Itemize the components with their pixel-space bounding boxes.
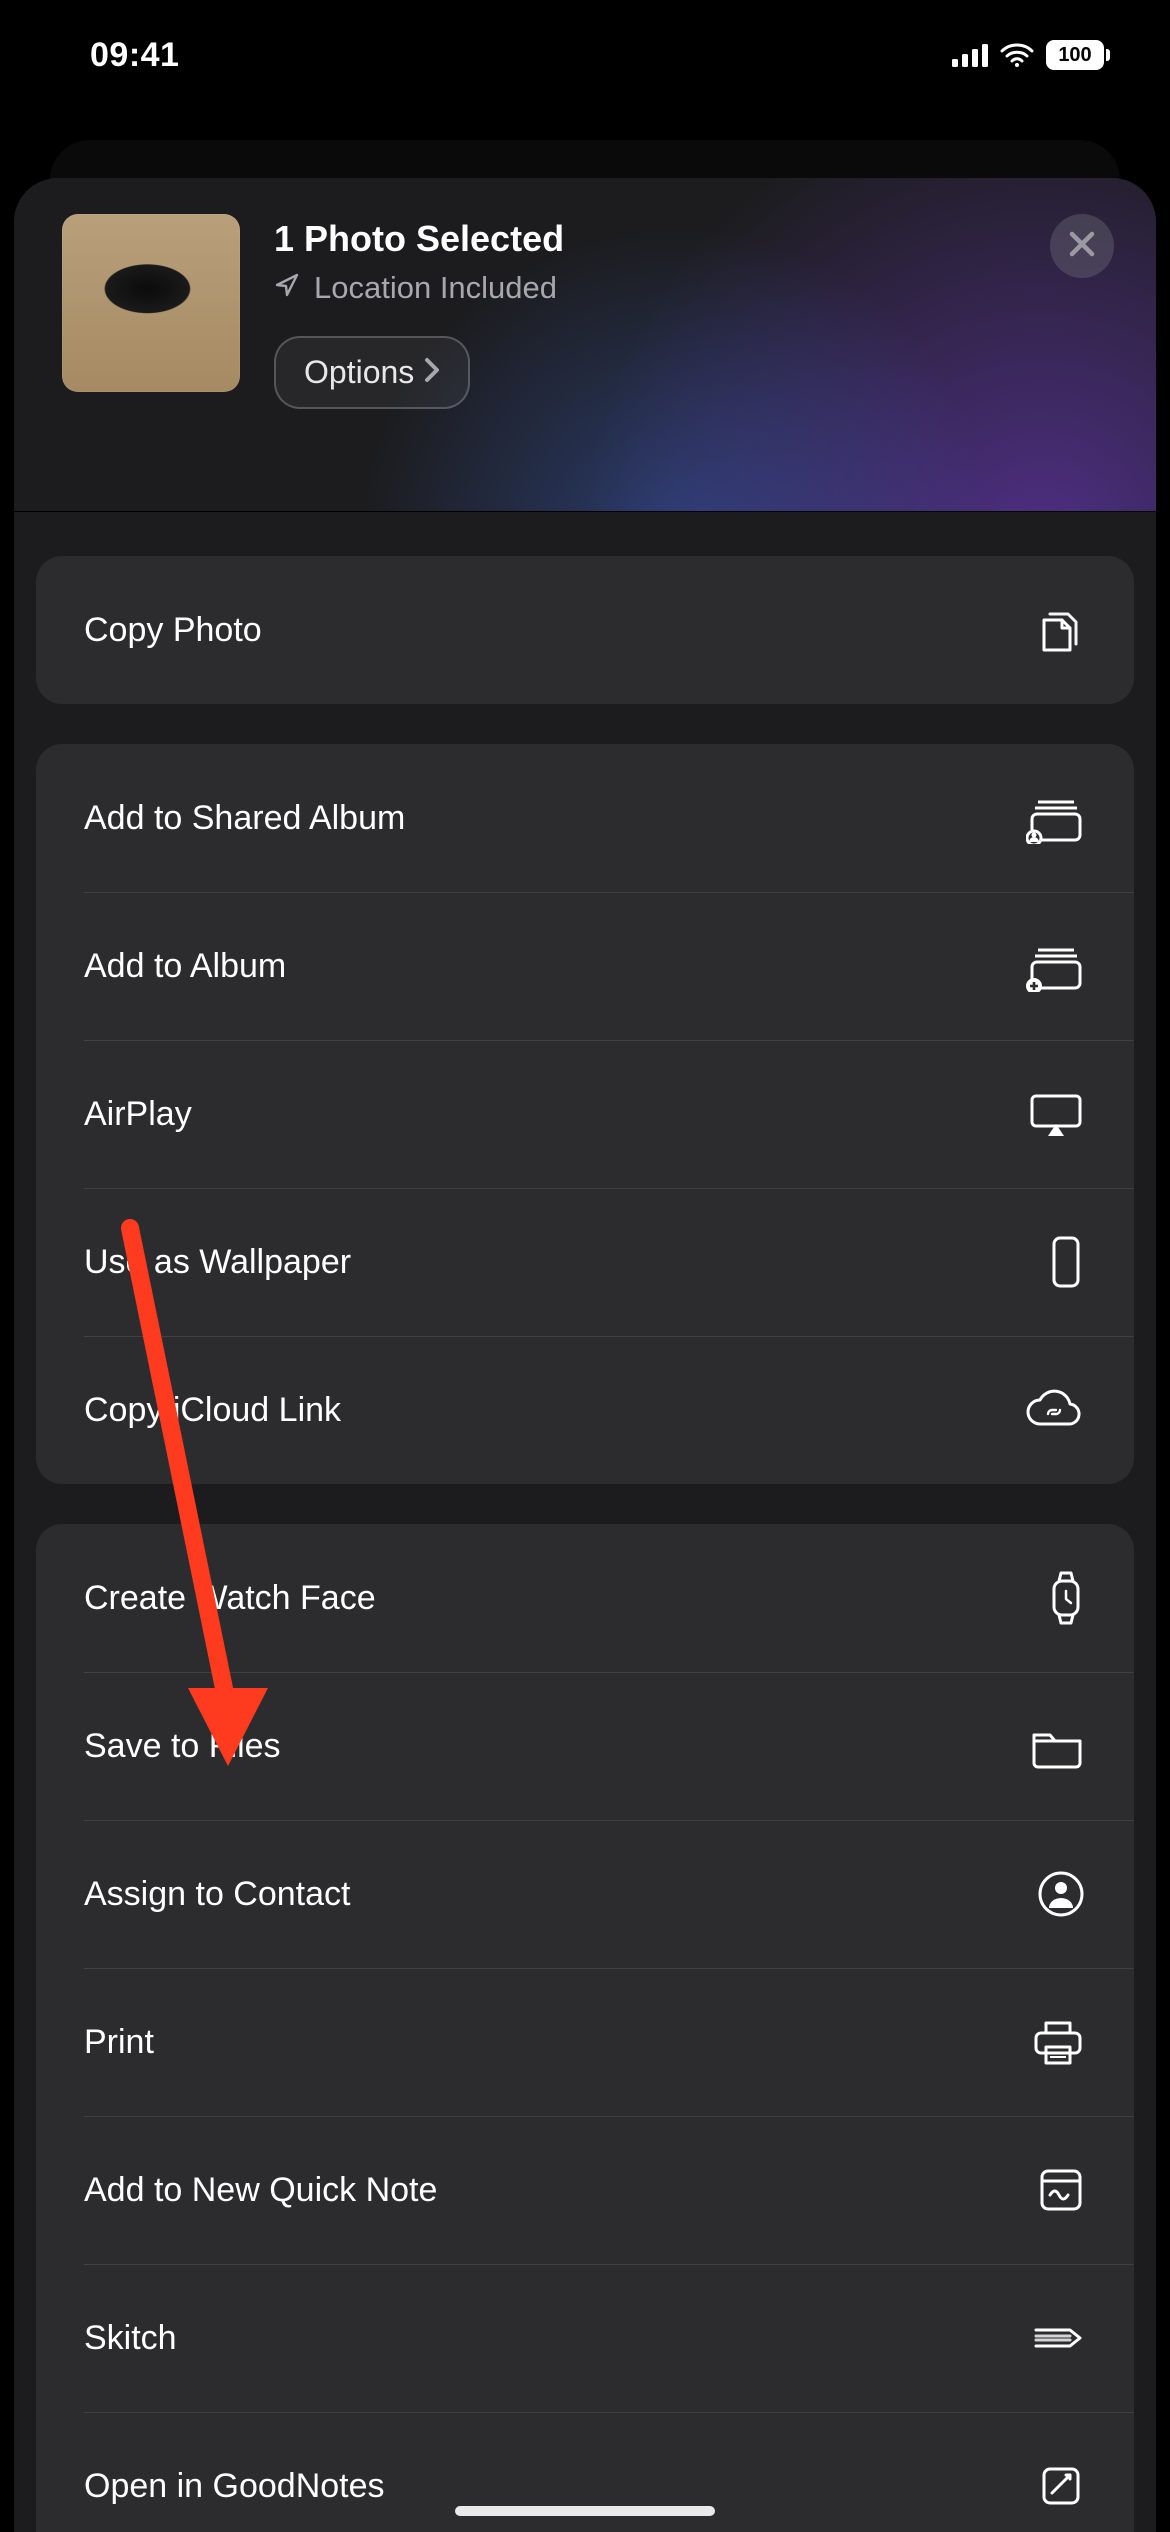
chevron-right-icon — [424, 354, 440, 391]
airplay-icon — [1026, 1090, 1086, 1138]
cloud-link-icon — [1022, 1388, 1086, 1432]
action-new-quick-note[interactable]: Add to New Quick Note — [36, 2116, 1134, 2264]
action-group: Copy Photo — [36, 556, 1134, 704]
options-label: Options — [304, 354, 414, 391]
shared-album-icon — [1026, 792, 1086, 844]
action-label: Assign to Contact — [84, 1875, 1036, 1914]
share-subtitle-text: Location Included — [314, 270, 557, 306]
actions-list: Copy Photo Add to Shared Album — [14, 512, 1156, 2532]
action-copy-icloud-link[interactable]: Copy iCloud Link — [36, 1336, 1134, 1484]
quicknote-icon — [1036, 2165, 1086, 2215]
action-add-shared-album[interactable]: Add to Shared Album — [36, 744, 1134, 892]
action-group: Add to Shared Album Add to Album — [36, 744, 1134, 1484]
close-button[interactable] — [1050, 214, 1114, 278]
action-copy-photo[interactable]: Copy Photo — [36, 556, 1134, 704]
share-subtitle: Location Included — [274, 270, 1108, 306]
options-button[interactable]: Options — [274, 336, 470, 409]
action-label: AirPlay — [84, 1095, 1026, 1134]
status-time: 09:41 — [90, 36, 179, 75]
action-label: Use as Wallpaper — [84, 1243, 1046, 1282]
action-add-album[interactable]: Add to Album — [36, 892, 1134, 1040]
battery-percent: 100 — [1046, 40, 1104, 70]
add-album-icon — [1026, 940, 1086, 992]
watch-icon — [1046, 1569, 1086, 1627]
close-icon — [1067, 229, 1097, 264]
action-label: Open in GoodNotes — [84, 2467, 1036, 2506]
share-title: 1 Photo Selected — [274, 218, 1108, 260]
share-sheet-header: 1 Photo Selected Location Included Optio… — [14, 178, 1156, 512]
goodnotes-icon — [1036, 2461, 1086, 2511]
action-save-to-files[interactable]: Save to Files — [36, 1672, 1134, 1820]
action-label: Copy Photo — [84, 611, 1030, 650]
wifi-icon — [1000, 43, 1034, 67]
contact-icon — [1036, 1869, 1086, 1919]
action-label: Save to Files — [84, 1727, 1028, 1766]
phone-icon — [1046, 1234, 1086, 1290]
action-create-watch-face[interactable]: Create Watch Face — [36, 1524, 1134, 1672]
action-label: Add to Shared Album — [84, 799, 1026, 838]
status-indicators: 100 — [952, 40, 1110, 70]
share-sheet: 1 Photo Selected Location Included Optio… — [14, 178, 1156, 2532]
action-airplay[interactable]: AirPlay — [36, 1040, 1134, 1188]
action-assign-contact[interactable]: Assign to Contact — [36, 1820, 1134, 1968]
action-use-wallpaper[interactable]: Use as Wallpaper — [36, 1188, 1134, 1336]
action-skitch[interactable]: Skitch — [36, 2264, 1134, 2412]
location-arrow-icon — [274, 270, 300, 306]
home-indicator[interactable] — [455, 2506, 715, 2516]
action-label: Add to New Quick Note — [84, 2171, 1036, 2210]
action-label: Add to Album — [84, 947, 1026, 986]
folder-icon — [1028, 1723, 1086, 1769]
copy-pages-icon — [1030, 602, 1086, 658]
action-group: Create Watch Face Save to Files — [36, 1524, 1134, 2532]
action-label: Copy iCloud Link — [84, 1391, 1022, 1430]
printer-icon — [1030, 2017, 1086, 2067]
status-bar: 09:41 100 — [0, 0, 1170, 110]
action-label: Skitch — [84, 2319, 1030, 2358]
cellular-icon — [952, 43, 988, 67]
action-print[interactable]: Print — [36, 1968, 1134, 2116]
action-label: Print — [84, 2023, 1030, 2062]
action-label: Create Watch Face — [84, 1579, 1046, 1618]
skitch-icon — [1030, 2318, 1086, 2358]
photo-thumbnail[interactable] — [62, 214, 240, 392]
battery-icon: 100 — [1046, 40, 1110, 70]
